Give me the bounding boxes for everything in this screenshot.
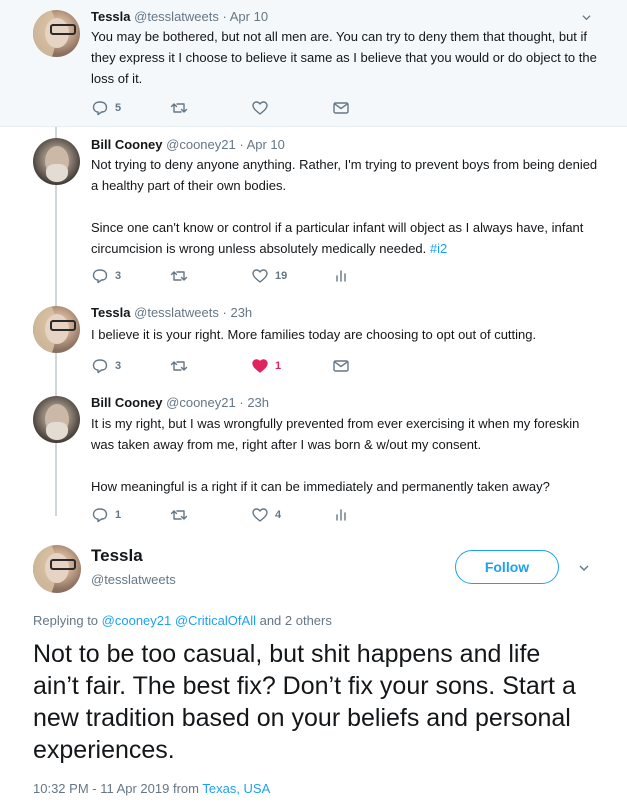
tweet-date[interactable]: Apr 10 [230, 9, 268, 24]
analytics-button[interactable] [332, 267, 350, 285]
author-name[interactable]: Tessla [91, 9, 131, 24]
retweet-button[interactable] [170, 357, 188, 375]
avatar[interactable] [33, 138, 80, 185]
tweet[interactable]: Bill Cooney @cooney21 · Apr 10 Not tryin… [0, 127, 627, 294]
retweet-button[interactable] [170, 99, 188, 117]
tweet-date[interactable]: 23h [230, 305, 252, 320]
reply-button[interactable]: 1 [91, 506, 121, 524]
author-handle[interactable]: @cooney21 [166, 137, 236, 152]
analytics-icon [336, 509, 346, 521]
retweet-button[interactable] [170, 506, 188, 524]
reply-icon [92, 508, 108, 523]
retweet-icon [170, 103, 188, 113]
avatar[interactable] [33, 10, 80, 57]
reply-button[interactable]: 3 [91, 267, 121, 285]
tweet[interactable]: Bill Cooney @cooney21 · 23h It is my rig… [0, 385, 627, 534]
tweet[interactable]: Tessla @tesslatweets · Apr 10 You may be… [0, 0, 627, 127]
reply-count: 1 [115, 509, 122, 521]
follow-button[interactable]: Follow [455, 550, 559, 584]
reply-count: 3 [115, 360, 122, 372]
tweet[interactable]: Tessla @tesslatweets · 23h I believe it … [0, 295, 627, 384]
tweet-text: You may be bothered, but not all men are… [91, 29, 597, 86]
analytics-icon [336, 270, 346, 282]
timestamp-text[interactable]: 10:32 PM - 11 Apr 2019 from [33, 781, 199, 796]
like-icon [252, 508, 268, 522]
replying-suffix[interactable]: and 2 others [260, 613, 332, 628]
author-name[interactable]: Bill Cooney [91, 395, 163, 410]
hashtag-link[interactable]: #i2 [430, 241, 447, 256]
tweet-timestamp: 10:32 PM - 11 Apr 2019 from Texas, USA [33, 781, 270, 796]
like-count: 4 [275, 509, 282, 521]
retweet-icon [170, 361, 188, 371]
author-handle[interactable]: @tesslatweets [91, 572, 176, 587]
avatar[interactable] [33, 545, 81, 593]
author-handle[interactable]: @tesslatweets [134, 305, 219, 320]
message-icon [333, 360, 349, 372]
replying-to: Replying to @cooney21 @CriticalOfAll and… [33, 613, 332, 628]
reply-to-link[interactable]: @CriticalOfAll [175, 613, 256, 628]
like-button[interactable] [251, 99, 269, 117]
reply-button[interactable]: 5 [91, 99, 121, 117]
chevron-down-icon[interactable] [579, 563, 589, 573]
author-handle[interactable]: @cooney21 [166, 395, 236, 410]
like-button[interactable]: 19 [251, 267, 287, 285]
retweet-icon [170, 510, 188, 520]
reply-icon [92, 359, 108, 374]
reply-count: 3 [115, 270, 122, 282]
like-icon [252, 359, 268, 373]
message-button[interactable] [332, 99, 350, 117]
reply-icon [92, 269, 108, 284]
like-button[interactable]: 1 [251, 357, 281, 375]
message-button[interactable] [332, 357, 350, 375]
author-handle[interactable]: @tesslatweets [134, 9, 219, 24]
like-icon [252, 101, 268, 115]
tweet-date[interactable]: Apr 10 [247, 137, 285, 152]
like-count: 1 [275, 360, 282, 372]
avatar[interactable] [33, 306, 80, 353]
reply-to-link[interactable]: @cooney21 [102, 613, 172, 628]
location-link[interactable]: Texas, USA [202, 781, 270, 796]
separator: · [222, 9, 227, 24]
author-name[interactable]: Bill Cooney [91, 137, 163, 152]
replying-prefix: Replying to [33, 613, 99, 628]
separator: · [222, 305, 227, 320]
retweet-button[interactable] [170, 267, 188, 285]
like-icon [252, 269, 268, 283]
like-count: 19 [275, 270, 288, 282]
analytics-button[interactable] [332, 506, 350, 524]
main-tweet-text: Not to be too casual, but shit happens a… [33, 640, 576, 764]
avatar[interactable] [33, 396, 80, 443]
separator: · [239, 137, 244, 152]
reply-button[interactable]: 3 [91, 357, 121, 375]
author-name[interactable]: Tessla [91, 546, 143, 566]
retweet-icon [170, 271, 188, 281]
chevron-down-icon[interactable] [582, 13, 591, 22]
tweet-text: Not trying to deny anyone anything. Rath… [91, 154, 601, 259]
separator: · [239, 395, 244, 410]
tweet-text-content: Not trying to deny anyone anything. Rath… [91, 157, 598, 256]
main-tweet: Tessla @tesslatweets Follow Replying to … [0, 535, 627, 803]
tweet-text: It is my right, but I was wrongfully pre… [91, 416, 580, 494]
reply-icon [92, 101, 108, 116]
like-button[interactable]: 4 [251, 506, 281, 524]
tweet-date[interactable]: 23h [247, 395, 269, 410]
reply-count: 5 [115, 102, 122, 114]
message-icon [333, 102, 349, 114]
tweet-text: I believe it is your right. More familie… [91, 327, 537, 342]
author-name[interactable]: Tessla [91, 305, 131, 320]
